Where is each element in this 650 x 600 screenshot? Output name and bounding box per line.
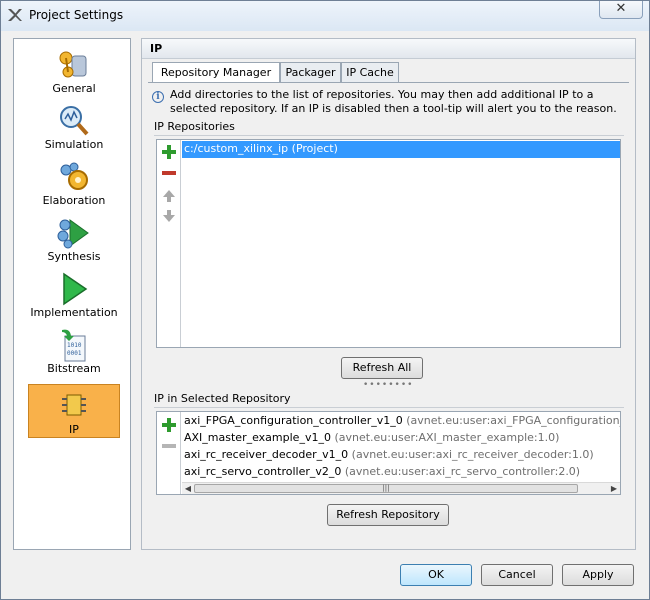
ip-name: axi_rc_receiver_decoder_v1_0 (184, 448, 349, 461)
ip-repositories-label: IP Repositories (154, 120, 235, 133)
splitter-handle[interactable]: •••••••• (363, 380, 413, 390)
ip-repositories-list[interactable]: c:/custom_xilinx_ip (Project) (156, 139, 621, 348)
tab-repository-manager[interactable]: Repository Manager (152, 62, 280, 83)
synthesis-icon (57, 219, 89, 249)
add-repository-button[interactable] (162, 145, 176, 159)
close-icon: ✕ (615, 1, 627, 16)
scroll-right-arrow-icon[interactable]: ▶ (608, 483, 620, 494)
elaboration-icon (60, 162, 88, 190)
repositories-toolbar (157, 140, 181, 347)
ip-vlnv: (avnet.eu:user:axi_FPGA_configuration_co… (406, 414, 620, 427)
settings-panel: IP Repository Manager Packager IP Cache … (141, 38, 636, 550)
nav-item-implementation[interactable]: Implementation (28, 268, 120, 322)
refresh-repository-label: Refresh Repository (336, 508, 440, 521)
scroll-thumb[interactable]: ||| (194, 484, 578, 493)
ip-name: axi_FPGA_configuration_controller_v1_0 (184, 414, 403, 427)
remove-repository-button[interactable] (162, 166, 176, 180)
general-icon (59, 51, 87, 78)
list-item[interactable]: axi_FPGA_configuration_controller_v1_0 (… (182, 413, 620, 430)
ip-vlnv: (avnet.eu:user:axi_rc_receiver_decoder:1… (351, 448, 594, 461)
nav-item-ip[interactable]: IP (28, 384, 120, 438)
nav-item-bitstream[interactable]: 1010 0001 Bitstream (28, 324, 120, 378)
ip-vlnv: (avnet.eu:user:AXI_master_example:1.0) (334, 431, 560, 444)
apply-button[interactable]: Apply (562, 564, 634, 586)
close-button[interactable]: ✕ (599, 1, 643, 19)
nav-item-label: Implementation (30, 306, 118, 319)
ip-vlnv: (avnet.eu:user:axi_rc_servo_controller:2… (344, 465, 581, 478)
move-down-button[interactable] (162, 209, 176, 223)
list-item[interactable]: AXI_master_example_v1_0 (avnet.eu:user:A… (182, 430, 620, 447)
list-item[interactable]: axi_rc_servo_controller_v2_0 (avnet.eu:u… (182, 464, 620, 481)
remove-ip-button[interactable] (162, 439, 176, 453)
nav-item-simulation[interactable]: Simulation (28, 100, 120, 154)
ip-icon (62, 394, 86, 416)
svg-text:0001: 0001 (67, 350, 82, 357)
repository-manager-content: i Add directories to the list of reposit… (148, 82, 629, 544)
implementation-icon (63, 272, 88, 306)
add-ip-button[interactable] (162, 418, 176, 432)
tab-ip-cache[interactable]: IP Cache (341, 62, 399, 82)
nav-item-label: Simulation (44, 138, 104, 151)
ok-label: OK (428, 568, 444, 581)
xilinx-logo-icon (8, 9, 22, 21)
nav-item-label: Elaboration (42, 194, 106, 207)
svg-text:1010: 1010 (67, 342, 82, 349)
ip-name: AXI_master_example_v1_0 (184, 431, 331, 444)
nav-item-synthesis[interactable]: Synthesis (28, 212, 120, 266)
move-up-button[interactable] (162, 189, 176, 203)
nav-item-label: IP (69, 423, 79, 436)
section-divider (154, 407, 624, 408)
section-divider (154, 135, 624, 136)
nav-item-general[interactable]: General (28, 44, 120, 98)
ip-in-repository-list[interactable]: axi_FPGA_configuration_controller_v1_0 (… (156, 411, 621, 495)
refresh-all-label: Refresh All (352, 361, 412, 374)
nav-item-elaboration[interactable]: Elaboration (28, 156, 120, 210)
dialog-body: General Simulation Elaboration Synthesis… (8, 31, 642, 591)
bitstream-icon: 1010 0001 (62, 329, 86, 362)
refresh-all-button[interactable]: Refresh All (341, 357, 423, 379)
window-title: Project Settings (29, 8, 124, 22)
ip-list-toolbar (157, 412, 181, 494)
list-item[interactable]: c:/custom_xilinx_ip (Project) (182, 141, 620, 158)
title-bar: Project Settings ✕ (1, 1, 649, 31)
info-icon: i (152, 91, 164, 103)
nav-item-label: Synthesis (47, 250, 101, 263)
panel-title: IP (142, 39, 635, 59)
cancel-button[interactable]: Cancel (481, 564, 553, 586)
scroll-left-arrow-icon[interactable]: ◀ (182, 483, 194, 494)
list-item[interactable]: axi_rc_receiver_decoder_v1_0 (avnet.eu:u… (182, 447, 620, 464)
ip-name: axi_rc_servo_controller_v2_0 (184, 465, 342, 478)
horizontal-scrollbar[interactable]: ◀ ||| ▶ (182, 482, 620, 494)
refresh-repository-button[interactable]: Refresh Repository (327, 504, 449, 526)
ok-button[interactable]: OK (400, 564, 472, 586)
ip-in-selected-repository-label: IP in Selected Repository (154, 392, 291, 405)
tab-bar: Repository Manager Packager IP Cache (152, 62, 632, 83)
project-settings-window: Project Settings ✕ General Simulation El… (0, 0, 650, 600)
apply-label: Apply (582, 568, 614, 581)
info-text: Add directories to the list of repositor… (170, 88, 617, 115)
tab-packager[interactable]: Packager (280, 62, 341, 82)
settings-nav: General Simulation Elaboration Synthesis… (13, 38, 131, 550)
simulation-icon (60, 106, 89, 136)
nav-item-label: General (52, 82, 96, 95)
nav-item-label: Bitstream (47, 362, 101, 375)
cancel-label: Cancel (498, 568, 536, 581)
